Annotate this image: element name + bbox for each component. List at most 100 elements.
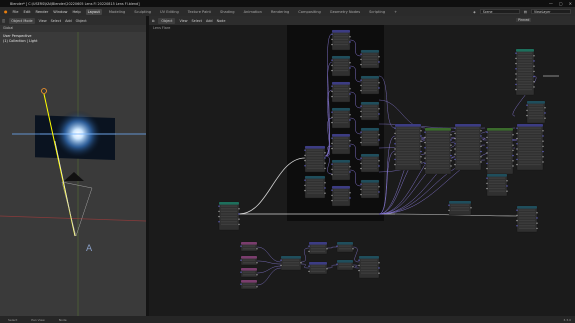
- node-header-35[interactable]: [359, 256, 379, 259]
- node-field-17-11[interactable]: [427, 160, 449, 162]
- node-socket-19-3[interactable]: [512, 139, 514, 141]
- node-socket-2-4[interactable]: [331, 69, 333, 72]
- node-socket-20-10[interactable]: [516, 153, 518, 155]
- node-socket-4-0[interactable]: [331, 111, 333, 113]
- node-socket-19-8[interactable]: [486, 152, 488, 154]
- node-field-6-0[interactable]: [334, 163, 348, 165]
- node-field-23-2[interactable]: [489, 182, 505, 184]
- node-field-11-4[interactable]: [363, 141, 377, 144]
- node-field-2-4[interactable]: [334, 69, 348, 72]
- node-socket-25-0[interactable]: [448, 204, 450, 206]
- node-socket-21-13[interactable]: [533, 86, 535, 88]
- node-socket-18-5[interactable]: [480, 140, 482, 142]
- node-field-15-3[interactable]: [307, 187, 323, 189]
- node-socket-9-4[interactable]: [360, 89, 362, 92]
- node-link-42[interactable]: [326, 264, 338, 269]
- node-socket-19-9[interactable]: [512, 154, 514, 157]
- node-socket-18-4[interactable]: [454, 137, 456, 140]
- node-socket-6-1[interactable]: [349, 166, 351, 168]
- node-socket-2-2[interactable]: [331, 64, 333, 67]
- node-field-25-1[interactable]: [451, 207, 469, 209]
- node-socket-0-7[interactable]: [238, 223, 240, 226]
- node-field-3-3[interactable]: [334, 93, 348, 95]
- node-field-5-3[interactable]: [334, 145, 348, 147]
- node-socket-7-4[interactable]: [331, 199, 333, 202]
- node-socket-16-2[interactable]: [394, 132, 396, 135]
- node-field-1-2[interactable]: [334, 38, 348, 40]
- node-header-11[interactable]: [361, 128, 379, 131]
- node-socket-35-1[interactable]: [378, 262, 380, 264]
- node-socket-7-2[interactable]: [331, 194, 333, 197]
- node-22[interactable]: [526, 100, 546, 124]
- node-socket-31-0[interactable]: [308, 245, 310, 247]
- node-field-19-8[interactable]: [489, 152, 511, 154]
- node-header-9[interactable]: [361, 76, 379, 79]
- node-socket-16-12[interactable]: [394, 158, 396, 161]
- node-field-14-0[interactable]: [307, 149, 323, 151]
- node-header-27[interactable]: [241, 256, 257, 259]
- node-socket-20-7[interactable]: [542, 145, 544, 148]
- node-socket-10-2[interactable]: [360, 110, 362, 113]
- node-field-10-0[interactable]: [363, 105, 377, 107]
- node-field-19-2[interactable]: [489, 136, 511, 138]
- node-field-16-0[interactable]: [397, 127, 419, 129]
- node-socket-14-4[interactable]: [304, 159, 306, 162]
- node-field-21-2[interactable]: [518, 57, 532, 59]
- node-field-3-2[interactable]: [334, 90, 348, 92]
- node-socket-0-0[interactable]: [218, 205, 220, 207]
- node-socket-20-3[interactable]: [542, 135, 544, 137]
- node-field-6-1[interactable]: [334, 166, 348, 168]
- node-socket-19-6[interactable]: [486, 147, 488, 149]
- node-field-23-5[interactable]: [489, 190, 505, 192]
- node-field-16-9[interactable]: [397, 150, 419, 153]
- node-field-17-7[interactable]: [427, 149, 449, 151]
- node-socket-16-0[interactable]: [394, 127, 396, 129]
- node-header-18[interactable]: [455, 124, 481, 127]
- node-field-20-12[interactable]: [519, 158, 541, 160]
- blender-logo-icon[interactable]: ●: [4, 9, 8, 14]
- node-socket-0-6[interactable]: [218, 221, 220, 223]
- workspace-tab-layout[interactable]: Layout: [85, 8, 102, 15]
- node-socket-1-2[interactable]: [331, 38, 333, 41]
- node-link-26[interactable]: [378, 99, 426, 129]
- node-field-24-5[interactable]: [519, 222, 535, 224]
- node-socket-4-4[interactable]: [331, 121, 333, 124]
- workspace-tab-compositing[interactable]: Compositing: [296, 9, 323, 15]
- node-field-14-6[interactable]: [307, 165, 323, 167]
- node-field-16-11[interactable]: [397, 156, 419, 158]
- node-socket-35-0[interactable]: [358, 259, 360, 261]
- node-socket-9-1[interactable]: [378, 82, 380, 84]
- node-field-0-1[interactable]: [221, 208, 237, 210]
- node-field-20-14[interactable]: [519, 163, 541, 166]
- node-field-14-4[interactable]: [307, 159, 323, 162]
- node-field-0-0[interactable]: [221, 205, 237, 207]
- node-field-0-4[interactable]: [221, 215, 237, 218]
- node-field-32-2[interactable]: [311, 270, 325, 272]
- node-field-19-10[interactable]: [489, 157, 511, 159]
- node-field-17-1[interactable]: [427, 134, 449, 136]
- node-field-18-11[interactable]: [457, 156, 479, 158]
- node-field-17-0[interactable]: [427, 131, 449, 133]
- node-socket-18-9[interactable]: [480, 150, 482, 153]
- node-socket-19-4[interactable]: [486, 141, 488, 144]
- node-header-8[interactable]: [361, 50, 379, 53]
- node-socket-24-4[interactable]: [516, 219, 518, 222]
- node-field-21-0[interactable]: [518, 52, 532, 54]
- node-field-13-0[interactable]: [363, 183, 377, 185]
- node-socket-18-6[interactable]: [454, 143, 456, 145]
- node-field-2-1[interactable]: [334, 62, 348, 64]
- node-header-28[interactable]: [241, 268, 257, 271]
- node-field-8-2[interactable]: [363, 58, 377, 60]
- node-socket-19-0[interactable]: [486, 131, 488, 133]
- node-socket-31-1[interactable]: [326, 248, 328, 250]
- node-field-20-6[interactable]: [519, 143, 541, 145]
- node-field-20-13[interactable]: [519, 161, 541, 163]
- node-link-35[interactable]: [256, 246, 282, 263]
- node-header-6[interactable]: [332, 160, 350, 163]
- node-field-18-14[interactable]: [457, 163, 479, 166]
- node-field-29-0[interactable]: [243, 283, 255, 285]
- node-socket-12-2[interactable]: [360, 162, 362, 165]
- node-link-41[interactable]: [326, 246, 338, 249]
- node-field-20-7[interactable]: [519, 145, 541, 147]
- node-15[interactable]: [304, 175, 326, 199]
